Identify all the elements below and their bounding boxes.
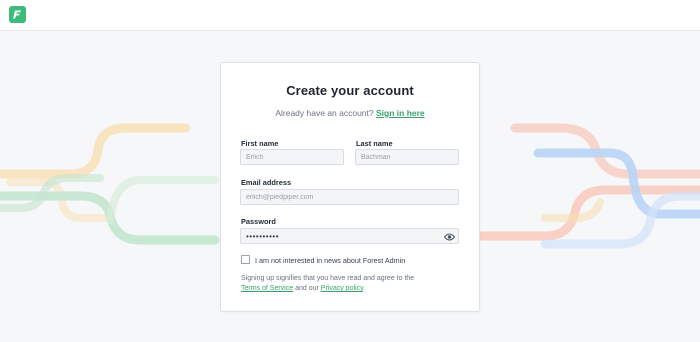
newsletter-checkbox-label[interactable]: I am not interested in news about Forest…	[255, 256, 405, 265]
legal-and-text: and our	[295, 285, 319, 292]
top-bar	[0, 0, 700, 31]
email-label: Email address	[241, 178, 292, 187]
first-name-label: First name	[241, 139, 279, 148]
eye-icon[interactable]	[443, 232, 455, 242]
password-label: Password	[241, 217, 276, 226]
password-field[interactable]	[240, 228, 459, 244]
sign-in-link[interactable]: Sign in here	[376, 108, 425, 118]
newsletter-checkbox[interactable]	[241, 255, 250, 264]
last-name-field[interactable]	[355, 149, 459, 165]
signup-card: Create your account Already have an acco…	[220, 62, 480, 312]
terms-of-service-link[interactable]: Terms of Service	[241, 285, 293, 292]
legal-period: .	[363, 285, 366, 292]
legal-notice: Signing up signifies that you have read …	[241, 274, 463, 294]
privacy-policy-link[interactable]: Privacy policy	[321, 285, 363, 292]
last-name-label: Last name	[356, 139, 393, 148]
page-title: Create your account	[286, 83, 414, 98]
forest-logo-icon[interactable]	[9, 6, 26, 23]
signin-prompt-text: Already have an account?	[275, 108, 374, 118]
signin-prompt: Already have an account? Sign in here	[221, 108, 479, 118]
first-name-field[interactable]	[240, 149, 344, 165]
email-field[interactable]	[240, 189, 459, 205]
legal-text: Signing up signifies that you have read …	[241, 275, 415, 282]
